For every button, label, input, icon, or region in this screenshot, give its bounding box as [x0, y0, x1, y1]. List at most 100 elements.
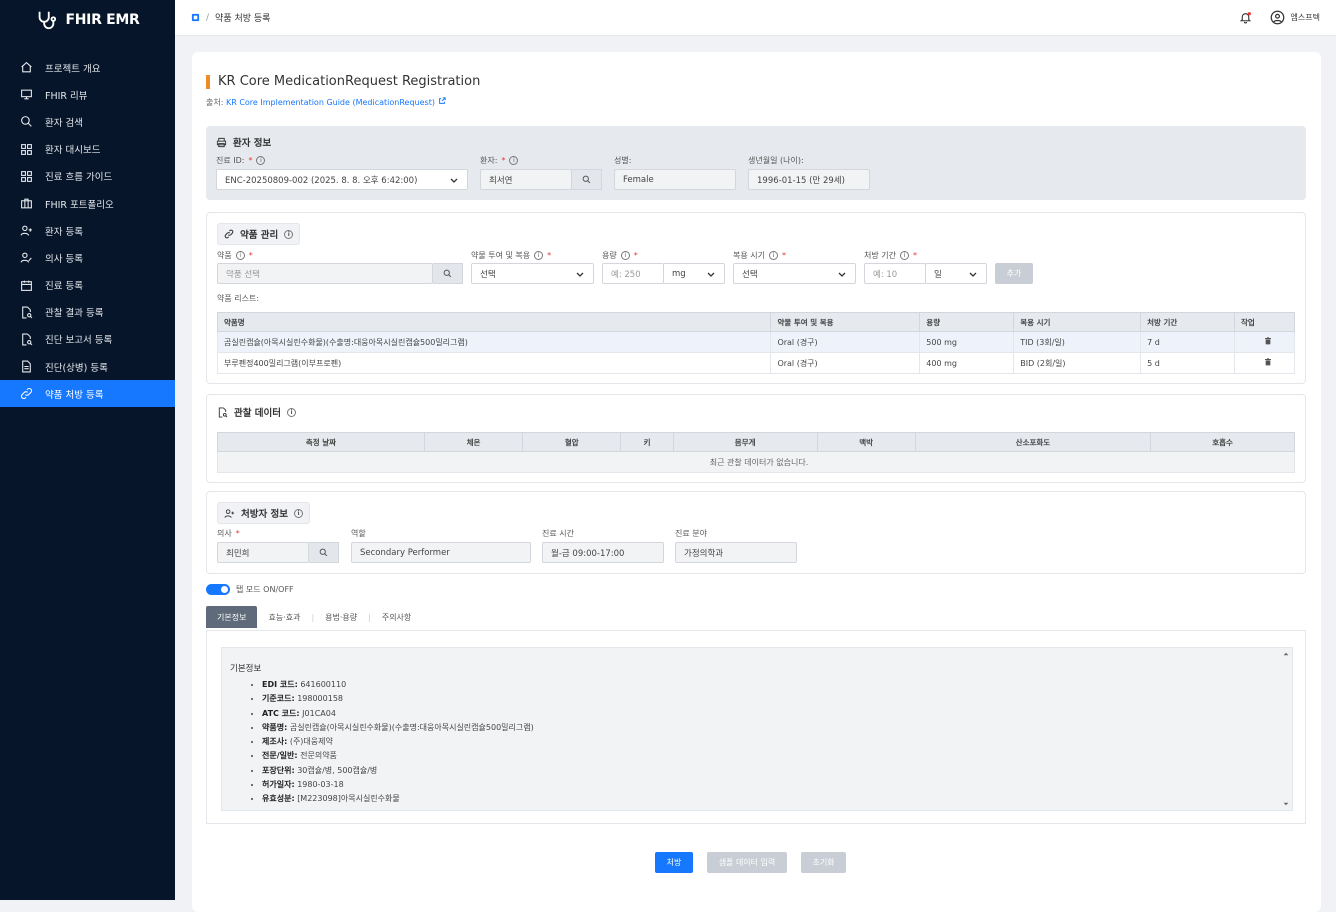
info-tabs: 기본정보 효능·효과 | 용법·용량 | 주의사항 — [206, 606, 422, 628]
sidebar-item[interactable]: 의사 등록 — [0, 244, 175, 271]
info-icon[interactable]: i — [899, 251, 909, 260]
sidebar-item[interactable]: FHIR 리뷰 — [0, 81, 175, 108]
user-edit-icon — [20, 253, 32, 264]
info-value: 641600110 — [300, 680, 347, 689]
trash-icon[interactable] — [1264, 337, 1272, 345]
patient-info-header: 환자 정보 — [216, 135, 271, 149]
encounter-select[interactable]: ENC-20250809-002 (2025. 8. 8. 오후 6:42:00… — [216, 169, 468, 190]
file-search-icon — [22, 333, 33, 346]
external-link-icon[interactable] — [438, 97, 446, 105]
info-icon[interactable]: i — [284, 229, 294, 239]
scroll-down-icon[interactable] — [1283, 801, 1289, 807]
required-mark: * — [781, 251, 786, 260]
table-row[interactable]: 부루펜정400밀리그램(이부프로펜) Oral (경구) 400 mg BID (2회… — [216, 352, 1295, 374]
search-icon — [443, 269, 452, 278]
search-icon — [319, 548, 328, 557]
dose-input[interactable]: 예: 250 — [602, 263, 664, 284]
table-row: 최근 관찰 데이터가 없습니다. — [217, 451, 1295, 473]
info-icon[interactable]: i — [235, 251, 245, 260]
period-unit-select[interactable]: 일 — [925, 263, 987, 284]
app-name: FHIR EMR — [65, 12, 140, 28]
sidebar-item[interactable]: 진단(상병) 등록 — [0, 353, 175, 380]
reset-button[interactable]: 초기화 — [801, 852, 846, 873]
column-header: 처방 기간 — [1140, 312, 1235, 332]
dashboard-icon — [21, 143, 32, 155]
info-icon[interactable]: i — [620, 251, 630, 260]
route-select[interactable]: 선택 — [471, 263, 594, 284]
birth-label: 생년월일 (나이): — [748, 155, 804, 166]
info-icon[interactable]: i — [509, 156, 519, 165]
observation-title: 관찰 데이터 — [234, 408, 282, 419]
sidebar-item[interactable]: 관찰 결과 등록 — [0, 299, 175, 326]
drug-input[interactable]: 약품 선택 — [217, 263, 433, 284]
drug-info-title: 기본정보 — [230, 664, 262, 674]
doctor-input[interactable]: 최민희 — [217, 542, 309, 563]
list-item: 기준코드: 198000158 — [262, 692, 1284, 706]
timing-value: 선택 — [742, 269, 758, 280]
gender-label-text: 성별: — [614, 156, 632, 165]
user-menu[interactable]: 엠스프텍 — [1270, 10, 1320, 25]
sidebar-item[interactable]: 환자 등록 — [0, 217, 175, 244]
birth-label-text: 생년월일 (나이): — [748, 156, 804, 165]
scroll-up-icon[interactable] — [1283, 651, 1289, 657]
sidebar-item-label: 의사 등록 — [45, 253, 83, 265]
table-row[interactable]: 곰실린캡슐(아목시실린수화물)(수출명:대웅아목시실린캡슐500밀리그램) Ora… — [216, 331, 1295, 353]
chevron-down-icon — [838, 272, 846, 277]
birth-value: 1996-01-15 (만 29세) — [757, 175, 845, 186]
sample-data-button[interactable]: 샘플 데이터 입력 — [707, 852, 787, 873]
patient-search-button[interactable] — [572, 169, 602, 190]
sidebar-item[interactable]: 환자 검색 — [0, 108, 175, 135]
info-icon[interactable]: i — [287, 407, 297, 417]
info-key: 약품명: — [262, 722, 288, 732]
info-icon[interactable]: i — [534, 251, 544, 260]
required-mark: * — [248, 156, 253, 165]
patient-value: 최서연 — [489, 175, 513, 186]
list-item: 약품명: 곰실린캡슐(아목시실린수화물)(수출명:대웅아목시실린캡슐500밀리그… — [262, 721, 1284, 735]
sidebar-item[interactable]: FHIR 포트폴리오 — [0, 190, 175, 217]
tab-mode-toggle[interactable] — [206, 584, 230, 595]
drug-label: 약품 i * — [217, 250, 253, 261]
info-tab[interactable]: 기본정보 — [206, 606, 258, 628]
info-icon[interactable]: i — [294, 508, 304, 518]
sidebar-item[interactable]: 환자 대시보드 — [0, 136, 175, 163]
sidebar-item[interactable]: 진료 흐름 가이드 — [0, 163, 175, 190]
sidebar-item[interactable]: 진단 보고서 등록 — [0, 326, 175, 353]
user-name: 엠스프텍 — [1290, 13, 1320, 22]
info-key: EDI 코드: — [262, 680, 298, 689]
sidebar-item[interactable]: 프로젝트 개요 — [0, 54, 175, 81]
column-header: 측정 날짜 — [217, 432, 425, 452]
role-label: 역할 — [351, 528, 366, 539]
period-input[interactable]: 예: 10 — [864, 263, 926, 284]
sidebar-item-label: 진료 등록 — [45, 281, 83, 293]
info-icon[interactable]: i — [256, 156, 266, 165]
file-search-icon — [22, 306, 33, 319]
sidebar-item-label: 진단 보고서 등록 — [45, 335, 113, 347]
info-icon[interactable]: i — [768, 251, 778, 260]
info-tab[interactable]: 용법·용량 — [314, 606, 368, 628]
medication-title: 약품 관리 — [240, 230, 279, 241]
info-tab[interactable]: 효능·효과 — [257, 606, 311, 628]
home-icon[interactable] — [191, 13, 200, 22]
add-drug-button[interactable]: 추가 — [995, 263, 1033, 284]
bell-icon[interactable] — [1239, 11, 1252, 24]
patient-input[interactable]: 최서연 — [480, 169, 572, 190]
sidebar-item-label: 프로젝트 개요 — [45, 63, 101, 75]
chevron-down-icon — [450, 178, 458, 183]
prescribe-button[interactable]: 처방 — [655, 852, 693, 873]
trash-icon[interactable] — [1264, 358, 1272, 366]
page-title-text: KR Core MedicationRequest Registration — [218, 74, 481, 89]
patient-info-panel: 환자 정보 진료 ID: * i ENC-20250809-002 (2025. 8… — [206, 126, 1306, 200]
sidebar-item[interactable]: 진료 등록 — [0, 272, 175, 299]
dose-unit-select[interactable]: mg — [663, 263, 725, 284]
required-mark: * — [501, 156, 506, 165]
cell-period: 7 d — [1140, 331, 1235, 353]
info-tab[interactable]: 주의사항 — [371, 606, 422, 628]
column-header: 키 — [620, 432, 674, 452]
timing-select[interactable]: 선택 — [733, 263, 856, 284]
sidebar-item[interactable]: 약품 처방 등록 — [0, 380, 175, 408]
doctor-search-button[interactable] — [309, 542, 339, 563]
drug-search-button[interactable] — [433, 263, 463, 284]
source-link[interactable]: KR Core Implementation Guide (Medication… — [226, 98, 435, 107]
stethoscope-icon — [39, 11, 57, 30]
brand[interactable]: FHIR EMR — [0, 0, 175, 40]
